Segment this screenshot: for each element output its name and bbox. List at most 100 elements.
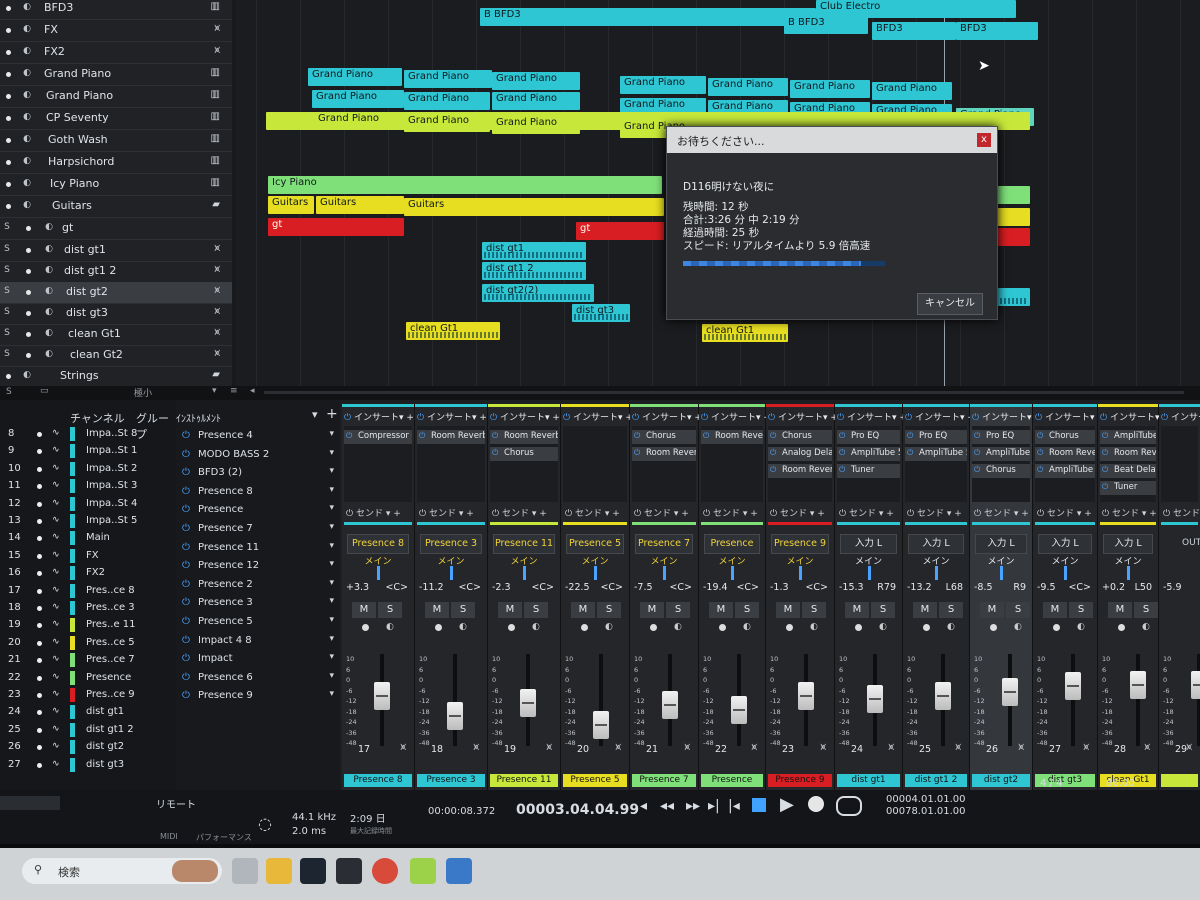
channel-row[interactable]: 16 ∿ FX2 bbox=[0, 565, 176, 582]
insert-plugin[interactable]: AmpliTube 5 bbox=[972, 447, 1030, 461]
event-clip[interactable]: BFD3 bbox=[956, 22, 1038, 40]
input-output-selector[interactable]: 入力 L bbox=[975, 534, 1027, 554]
solo-button[interactable]: S bbox=[666, 602, 690, 618]
chevron-down-icon[interactable]: ▾ bbox=[329, 503, 334, 513]
event-clip[interactable]: dist gt1 2 bbox=[482, 262, 586, 280]
channel-row[interactable]: 14 ∿ Main bbox=[0, 530, 176, 547]
volume-fader[interactable] bbox=[593, 711, 609, 740]
horizontal-scrollbar[interactable] bbox=[264, 391, 1184, 394]
power-icon[interactable]: ⏻ bbox=[182, 542, 190, 553]
power-icon[interactable]: ⏻ bbox=[182, 560, 190, 571]
mute-button[interactable]: M bbox=[571, 602, 595, 618]
visibility-dot[interactable] bbox=[37, 727, 42, 733]
insert-plugin[interactable]: AmpliTube 5 bbox=[837, 447, 900, 461]
time-signature[interactable]: 4 / 4 bbox=[1040, 778, 1062, 789]
pan-readout[interactable]: R79 bbox=[877, 582, 896, 593]
input-output-selector[interactable]: Presence 5 bbox=[566, 534, 624, 554]
monitor-icon[interactable]: ◐ bbox=[22, 178, 32, 190]
app-icon-2[interactable] bbox=[446, 858, 472, 884]
volume-readout[interactable]: +3.3 bbox=[346, 582, 369, 593]
volume-readout[interactable]: -22.5 bbox=[565, 582, 590, 593]
channel-row[interactable]: 10 ∿ Impa..St 2 bbox=[0, 461, 176, 478]
record-arm-button[interactable] bbox=[6, 182, 11, 187]
insert-plugin[interactable]: Room Reverb bbox=[417, 430, 485, 444]
send-header[interactable]: ⏻ センド ▾ + bbox=[907, 506, 962, 519]
insert-header[interactable]: ⏻ インサート▾ + bbox=[905, 410, 975, 423]
event-clip[interactable]: Grand Piano bbox=[404, 70, 492, 88]
monitor-icon[interactable]: ◐ bbox=[386, 622, 394, 632]
channel-row[interactable]: 15 ∿ FX bbox=[0, 548, 176, 565]
insert-header[interactable]: ⏻ インサート▾ + bbox=[972, 410, 1042, 423]
input-output-selector[interactable]: Presence 8 bbox=[347, 534, 409, 554]
pan-indicator[interactable] bbox=[377, 566, 380, 580]
terminal-icon[interactable] bbox=[336, 858, 362, 884]
track-row[interactable]: ◐ Goth Wash ▥ bbox=[0, 130, 232, 152]
studio-one-icon[interactable] bbox=[300, 858, 326, 884]
send-header[interactable]: ⏻ センド ▾ + bbox=[346, 506, 401, 519]
record-icon[interactable] bbox=[808, 796, 824, 812]
record-arm-button[interactable] bbox=[1053, 624, 1060, 631]
link-icon[interactable]: ∿ bbox=[52, 567, 60, 577]
instrument-row[interactable]: ⏻ Presence ▾ bbox=[180, 502, 340, 520]
monitor-icon[interactable]: ◐ bbox=[22, 134, 32, 146]
monitor-icon[interactable]: ◐ bbox=[44, 244, 54, 256]
meter-icon[interactable] bbox=[0, 796, 60, 810]
send-header[interactable]: ⏻ センド ▾ + bbox=[1102, 506, 1157, 519]
channel-name-label[interactable]: dist gt2 bbox=[972, 774, 1030, 787]
record-arm-button[interactable] bbox=[6, 116, 11, 121]
volume-fader[interactable] bbox=[1065, 672, 1081, 701]
insert-slot-area[interactable]: AmpliTube 5 Room Reverb Beat Delay Tuner bbox=[1100, 426, 1156, 502]
volume-readout[interactable]: -8.5 bbox=[974, 582, 993, 593]
link-icon[interactable]: ∿ bbox=[52, 759, 60, 769]
time-display[interactable]: 00:00:08.372 bbox=[428, 806, 495, 817]
channel-header[interactable]: チャンネル bbox=[70, 410, 125, 426]
instrument-row[interactable]: ⏻ BFD3 (2) ▾ bbox=[180, 465, 340, 483]
event-clip[interactable]: Grand Piano bbox=[314, 112, 402, 130]
pan-readout[interactable]: <C> bbox=[736, 582, 759, 593]
monitor-icon[interactable]: ◐ bbox=[674, 622, 682, 632]
volume-fader[interactable] bbox=[374, 681, 390, 710]
monitor-icon[interactable]: ◐ bbox=[1142, 622, 1150, 632]
link-icon[interactable]: ∿ bbox=[52, 602, 60, 612]
mute-button[interactable]: M bbox=[913, 602, 937, 618]
volume-readout[interactable]: +0.2 bbox=[1102, 582, 1125, 593]
track-row[interactable]: ◐ FX2 ⩙ bbox=[0, 42, 232, 64]
input-output-selector[interactable]: Presence 7 bbox=[635, 534, 693, 554]
send-header[interactable]: ⏻ センド ▾ + bbox=[703, 506, 758, 519]
input-output-selector[interactable]: 入力 L bbox=[1038, 534, 1092, 554]
visibility-dot[interactable] bbox=[37, 553, 42, 559]
pan-readout[interactable]: <C> bbox=[385, 582, 408, 593]
record-arm-button[interactable] bbox=[6, 94, 11, 99]
volume-fader[interactable] bbox=[1002, 677, 1018, 706]
instrument-row[interactable]: ⏻ Presence 2 ▾ bbox=[180, 577, 340, 595]
insert-header[interactable]: ⏻ インサート▾ + bbox=[837, 410, 907, 423]
event-clip[interactable]: B BFD3 bbox=[784, 16, 868, 34]
pan-indicator[interactable] bbox=[799, 566, 802, 580]
event-clip[interactable] bbox=[994, 228, 1030, 246]
insert-plugin[interactable]: Chorus bbox=[1035, 430, 1095, 444]
power-icon[interactable]: ⏻ bbox=[182, 449, 190, 460]
volume-fader[interactable] bbox=[447, 701, 463, 730]
visibility-dot[interactable] bbox=[37, 675, 42, 681]
solo-button[interactable]: S bbox=[2, 349, 12, 361]
record-arm-button[interactable] bbox=[923, 624, 930, 631]
monitor-icon[interactable]: ◐ bbox=[532, 622, 540, 632]
event-clip[interactable]: Guitars bbox=[316, 196, 404, 214]
event-clip[interactable]: dist gt1 bbox=[482, 242, 586, 260]
insert-slot-area[interactable]: Chorus Analog Delay Room Reverb bbox=[768, 426, 832, 502]
record-arm-button[interactable] bbox=[6, 50, 11, 55]
monitor-icon[interactable]: ◐ bbox=[44, 349, 54, 361]
monitor-icon[interactable]: ◐ bbox=[22, 2, 32, 14]
chevron-down-icon[interactable]: ▾ bbox=[329, 559, 334, 569]
chevron-down-icon[interactable]: ▾ bbox=[329, 522, 334, 532]
channel-name-label[interactable]: Presence 3 bbox=[417, 774, 485, 787]
channel-name-label[interactable]: Presence 11 bbox=[490, 774, 558, 787]
menu-icon[interactable]: ≡ bbox=[230, 386, 238, 396]
send-header[interactable]: ⏻ センド ▾ + bbox=[1163, 506, 1200, 519]
input-output-selector[interactable]: 入力 L bbox=[1103, 534, 1153, 554]
mute-button[interactable]: M bbox=[640, 602, 664, 618]
volume-fader[interactable] bbox=[662, 690, 678, 719]
visibility-dot[interactable] bbox=[37, 432, 42, 437]
insert-plugin[interactable]: Room Reverb bbox=[701, 430, 763, 444]
record-arm-button[interactable] bbox=[6, 28, 11, 33]
